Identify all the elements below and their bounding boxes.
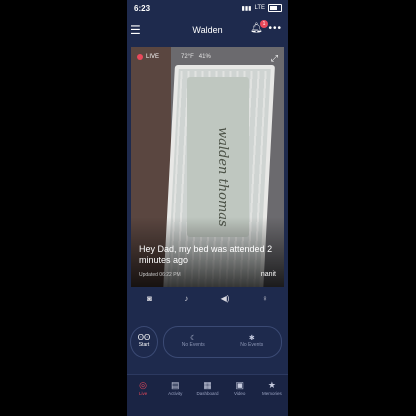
phone-screen: 6:23 ▮▮▮ LTE ☰ Walden 🔔︎ 1 ••• walden th… — [127, 0, 288, 416]
blanket-text: walden thomas — [215, 127, 230, 227]
start-button[interactable]: ʘʘ Start — [130, 326, 158, 358]
status-time: 6:23 — [134, 4, 151, 13]
more-icon[interactable]: ••• — [268, 23, 282, 34]
start-icon: ʘʘ — [137, 333, 151, 342]
live-icon: ◎ — [139, 380, 148, 390]
tab-bar: ◎ Live ▤ Activity ▦ Dashboard ▣ Video ★ … — [127, 374, 288, 416]
tab-live-label: Live — [138, 391, 148, 396]
humidity: 41% — [198, 54, 211, 60]
live-indicator: LIVE — [137, 54, 159, 60]
status-bar: 6:23 ▮▮▮ LTE — [127, 0, 288, 18]
sun-icon: ✱ — [248, 335, 255, 342]
video-controls: ◙ ♪ ◀) ♀ — [131, 289, 284, 307]
events-panel: ☾ No Events ✱ No Events — [163, 326, 282, 358]
tab-memories[interactable]: ★ Memories — [256, 375, 288, 416]
tab-video-label: Video — [233, 391, 246, 396]
video-feed[interactable]: walden thomas LIVE 72°F 41% ⤢ Hey Dad, m… — [131, 47, 284, 287]
video-icon: ▣ — [235, 380, 244, 390]
session-row: ʘʘ Start ☾ No Events ✱ No Events — [127, 326, 288, 358]
tab-memories-label: Memories — [262, 391, 282, 396]
tab-activity-label: Activity — [168, 391, 183, 396]
dashboard-icon: ▦ — [203, 380, 212, 390]
navbar: ☰ Walden 🔔︎ 1 ••• — [127, 18, 288, 44]
expand-icon[interactable]: ⤢ — [271, 53, 278, 64]
updated-time: Updated 06:22 PM — [139, 272, 181, 278]
bell-icon[interactable]: 🔔︎ 1 — [250, 20, 268, 37]
star-icon: ★ — [267, 380, 276, 390]
brand-logo: nanit — [260, 271, 276, 278]
moon-icon: ☾ — [190, 335, 197, 342]
notification-badge: 1 — [260, 20, 268, 28]
tab-video[interactable]: ▣ Video — [224, 375, 256, 416]
night-events-label: No Events — [181, 342, 205, 348]
status-message: Hey Dad, my bed was attended 2 minutes a… — [139, 244, 273, 265]
day-events-label: No Events — [240, 342, 264, 348]
night-events[interactable]: ☾ No Events — [164, 327, 223, 357]
live-dot-icon — [137, 54, 143, 60]
start-label: Start — [138, 342, 150, 348]
speaker-icon[interactable]: ◀) — [221, 294, 230, 303]
activity-icon: ▤ — [171, 380, 180, 390]
live-label: LIVE — [146, 54, 160, 60]
status-indicators: ▮▮▮ LTE — [242, 4, 282, 12]
microphone-icon[interactable]: ♪ — [184, 294, 188, 303]
tab-dashboard[interactable]: ▦ Dashboard — [191, 375, 223, 416]
battery-icon — [268, 4, 282, 12]
camera-icon[interactable]: ◙ — [147, 294, 152, 303]
tab-live[interactable]: ◎ Live — [127, 375, 159, 416]
temperature: 72°F — [181, 54, 194, 60]
day-events[interactable]: ✱ No Events — [223, 327, 282, 357]
tab-dashboard-label: Dashboard — [196, 391, 219, 396]
tab-activity[interactable]: ▤ Activity — [159, 375, 191, 416]
signal-icon: ▮▮▮ — [241, 5, 252, 12]
network-label: LTE — [254, 5, 265, 11]
readings: 72°F 41% — [181, 54, 211, 60]
nightlight-icon[interactable]: ♀ — [262, 294, 268, 303]
